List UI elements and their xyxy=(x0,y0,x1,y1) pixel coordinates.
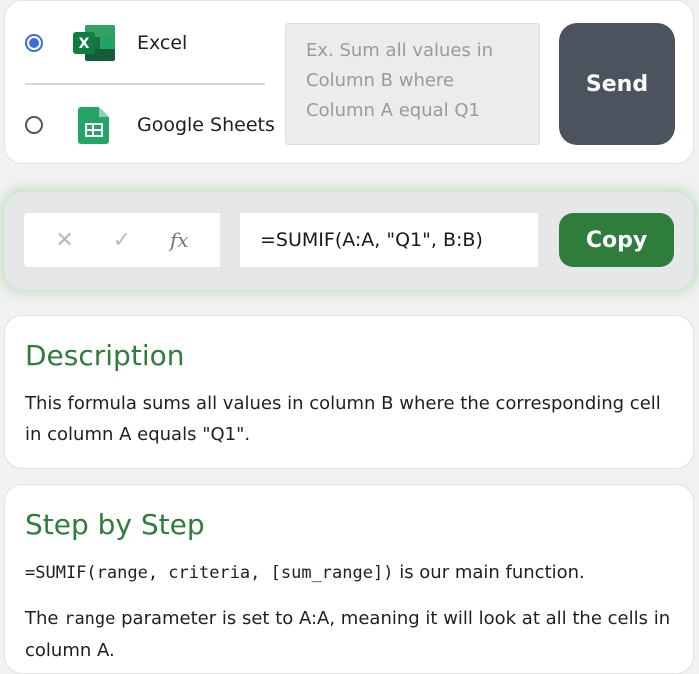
step-line-2: The range parameter is set to A:A, meani… xyxy=(25,603,673,666)
step-line-1: =SUMIF(range, criteria, [sum_range]) is … xyxy=(25,557,673,589)
function-icon: fx xyxy=(169,228,189,252)
steps-title: Step by Step xyxy=(25,508,205,541)
formula-tools: ✕ ✓ fx xyxy=(24,213,220,267)
step-line-2-text: parameter is set to A:A, meaning it will… xyxy=(25,608,671,661)
function-signature: =SUMIF(range, criteria, [sum_range]) xyxy=(25,563,394,583)
copy-button[interactable]: Copy xyxy=(559,213,674,267)
option-divider xyxy=(25,83,265,85)
app-selector-card: X Excel Google Sheets Ex. Sum all values… xyxy=(4,0,694,164)
description-text: This formula sums all values in column B… xyxy=(25,393,661,445)
excel-icon: X xyxy=(71,23,117,63)
prompt-input[interactable]: Ex. Sum all values in Column B where Col… xyxy=(285,23,540,145)
description-card: Description This formula sums all values… xyxy=(4,315,694,469)
check-icon: ✓ xyxy=(112,227,132,253)
formula-field[interactable]: =SUMIF(A:A, "Q1", B:B) xyxy=(240,213,538,267)
excel-radio[interactable] xyxy=(25,34,43,52)
formula-bar: ✕ ✓ fx =SUMIF(A:A, "Q1", B:B) Copy xyxy=(4,192,694,290)
description-title: Description xyxy=(25,339,185,372)
range-param: range xyxy=(64,609,116,629)
step-line-1-text: is our main function. xyxy=(393,562,585,583)
google-sheets-label: Google Sheets xyxy=(137,114,275,136)
svg-text:X: X xyxy=(79,36,90,52)
excel-label: Excel xyxy=(137,32,188,54)
step-by-step-card: Step by Step =SUMIF(range, criteria, [su… xyxy=(4,484,694,674)
excel-option[interactable]: X Excel xyxy=(25,23,187,63)
google-sheets-radio[interactable] xyxy=(25,116,43,134)
step-line-2-pre: The xyxy=(25,608,65,629)
cancel-icon: ✕ xyxy=(55,227,74,253)
send-button[interactable]: Send xyxy=(559,23,675,145)
google-sheets-option[interactable]: Google Sheets xyxy=(25,105,275,145)
google-sheets-icon xyxy=(71,105,117,145)
